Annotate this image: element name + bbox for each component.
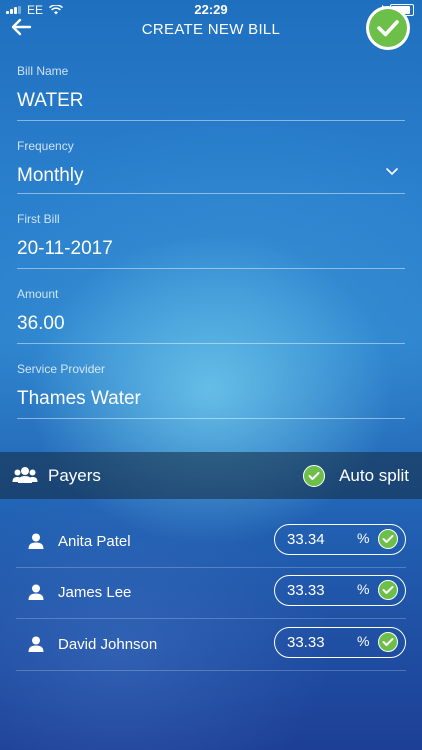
percent-sign: % xyxy=(357,633,370,649)
status-bar: EE 22:29 xyxy=(0,0,422,20)
payer-name: Anita Patel xyxy=(58,533,131,550)
payer-percent-value[interactable]: 33.33 xyxy=(287,582,325,599)
person-icon xyxy=(28,636,44,652)
chevron-down-icon[interactable] xyxy=(385,167,399,176)
frequency-label: Frequency xyxy=(17,139,74,153)
payer-percent-input[interactable]: 33.33 % xyxy=(274,575,406,606)
checkmark-icon xyxy=(369,9,407,47)
confirm-button[interactable] xyxy=(366,6,410,50)
percent-sign: % xyxy=(357,581,370,597)
payer-row: James Lee 33.33 % xyxy=(16,567,406,619)
person-icon xyxy=(28,584,44,600)
bill-name-field[interactable]: Bill Name WATER xyxy=(17,64,405,121)
amount-field[interactable]: Amount 36.00 xyxy=(17,287,405,344)
checkmark-icon[interactable] xyxy=(378,632,398,652)
bill-name-input[interactable]: WATER xyxy=(17,88,405,114)
payer-percent-value[interactable]: 33.34 xyxy=(287,531,325,548)
nav-bar: CREATE NEW BILL xyxy=(0,6,422,52)
payers-header: Payers Auto split xyxy=(0,452,422,499)
payer-percent-input[interactable]: 33.34 % xyxy=(274,524,406,555)
auto-split-check-icon[interactable] xyxy=(303,465,326,487)
payer-name: David Johnson xyxy=(58,636,158,653)
payer-row: Anita Patel 33.34 % xyxy=(16,516,406,568)
page-title: CREATE NEW BILL xyxy=(141,21,281,38)
frequency-select[interactable]: Frequency Monthly xyxy=(17,139,405,194)
auto-split-label: Auto split xyxy=(339,466,409,485)
payer-percent-value[interactable]: 33.33 xyxy=(287,634,325,651)
service-provider-input[interactable]: Thames Water xyxy=(17,386,405,412)
service-provider-field[interactable]: Service Provider Thames Water xyxy=(17,362,405,419)
service-provider-label: Service Provider xyxy=(17,362,106,376)
checkmark-icon[interactable] xyxy=(378,529,398,549)
payer-percent-input[interactable]: 33.33 % xyxy=(274,627,406,658)
status-time: 22:29 xyxy=(194,2,228,17)
frequency-value[interactable]: Monthly xyxy=(17,163,405,189)
percent-sign: % xyxy=(357,530,370,546)
first-bill-input[interactable]: 20-11-2017 xyxy=(17,236,405,262)
first-bill-label: First Bill xyxy=(17,212,60,226)
amount-input[interactable]: 36.00 xyxy=(17,311,405,337)
payers-title: Payers xyxy=(48,466,101,485)
auto-split-toggle[interactable]: Auto split xyxy=(303,465,409,487)
person-icon xyxy=(28,533,44,549)
first-bill-field[interactable]: First Bill 20-11-2017 xyxy=(17,212,405,269)
amount-label: Amount xyxy=(17,287,59,301)
payer-row: David Johnson 33.33 % xyxy=(16,619,406,671)
payer-name: James Lee xyxy=(58,584,132,601)
checkmark-icon[interactable] xyxy=(378,580,398,600)
group-icon xyxy=(12,467,38,483)
bill-name-label: Bill Name xyxy=(17,64,69,78)
